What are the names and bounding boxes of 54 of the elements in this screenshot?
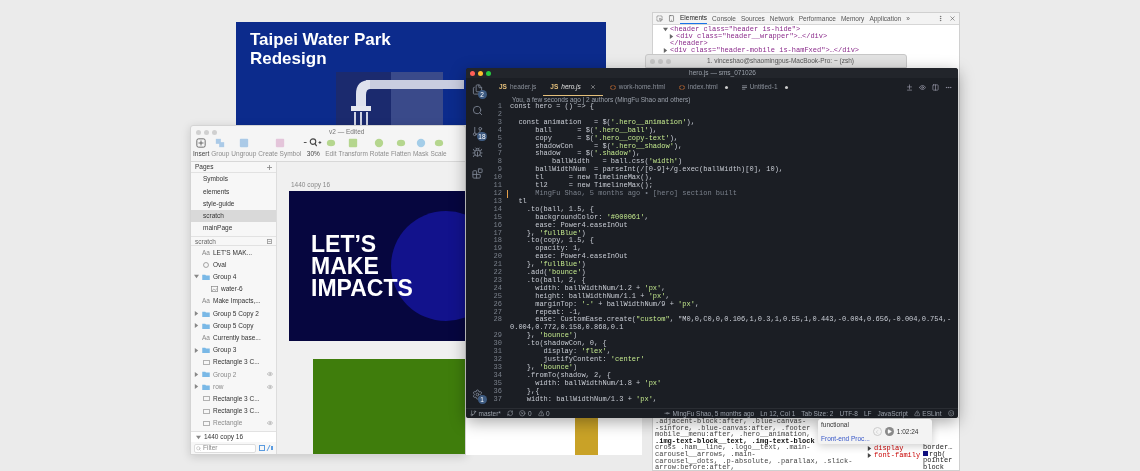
smiley-icon[interactable] bbox=[947, 410, 954, 417]
add-icon[interactable] bbox=[267, 164, 272, 170]
square-icon bbox=[348, 138, 359, 149]
warning-icon[interactable] bbox=[537, 410, 545, 417]
error-icon[interactable] bbox=[519, 410, 526, 417]
square-icon bbox=[274, 138, 285, 149]
preview-icon[interactable] bbox=[919, 83, 926, 91]
close-button[interactable] bbox=[470, 70, 475, 76]
zoom-icon bbox=[303, 137, 324, 149]
code-file-icon bbox=[609, 84, 616, 90]
search-icon bbox=[196, 445, 201, 451]
bug-icon[interactable] bbox=[471, 147, 483, 158]
eye-icon[interactable] bbox=[267, 371, 273, 378]
device-icon[interactable] bbox=[668, 15, 675, 22]
color-swatch[interactable] bbox=[923, 451, 928, 457]
play-button[interactable] bbox=[884, 427, 894, 436]
board-title: Taipei Water Park Redesign bbox=[250, 30, 392, 68]
accent-bar bbox=[575, 418, 598, 455]
image-icon bbox=[210, 286, 218, 293]
collapse-icon[interactable] bbox=[267, 239, 272, 244]
split-editor-icon[interactable] bbox=[932, 83, 939, 91]
square-icon bbox=[238, 138, 249, 149]
minimize-button[interactable] bbox=[478, 70, 483, 76]
code-file-icon bbox=[679, 84, 686, 90]
eye-icon[interactable] bbox=[267, 383, 273, 390]
layer-options-icon[interactable] bbox=[259, 445, 273, 451]
branch-icon[interactable] bbox=[470, 410, 477, 417]
settings-icon[interactable] bbox=[471, 389, 483, 400]
zoom-button[interactable] bbox=[486, 70, 491, 76]
document-icon bbox=[741, 84, 747, 90]
circle-icon bbox=[415, 138, 426, 149]
inspect-icon[interactable] bbox=[656, 15, 663, 22]
eye-icon[interactable] bbox=[267, 420, 273, 427]
play-icon bbox=[886, 429, 892, 434]
circle-icon bbox=[374, 138, 385, 149]
disclosure-triangle[interactable] bbox=[663, 48, 668, 53]
oval-icon bbox=[203, 261, 209, 268]
compare-icon[interactable] bbox=[906, 83, 913, 91]
back-icon bbox=[874, 428, 881, 435]
sync-icon[interactable] bbox=[506, 410, 514, 417]
disclosure-triangle[interactable] bbox=[663, 27, 668, 32]
close-icon[interactable] bbox=[589, 83, 596, 90]
plus-icon bbox=[196, 138, 207, 149]
artboard-headline: LET’S MAKE IMPACTS bbox=[311, 232, 414, 299]
search-icon[interactable] bbox=[471, 105, 483, 116]
warning-icon[interactable] bbox=[913, 410, 921, 417]
commit-icon[interactable] bbox=[664, 410, 671, 417]
files-icon[interactable] bbox=[471, 84, 483, 95]
folder-icon bbox=[202, 273, 210, 280]
close-icon[interactable] bbox=[949, 15, 956, 22]
blocks-icon[interactable] bbox=[471, 168, 483, 179]
disclosure-triangle[interactable] bbox=[669, 34, 674, 39]
squares-icon bbox=[215, 138, 226, 149]
folder-icon bbox=[202, 347, 210, 354]
